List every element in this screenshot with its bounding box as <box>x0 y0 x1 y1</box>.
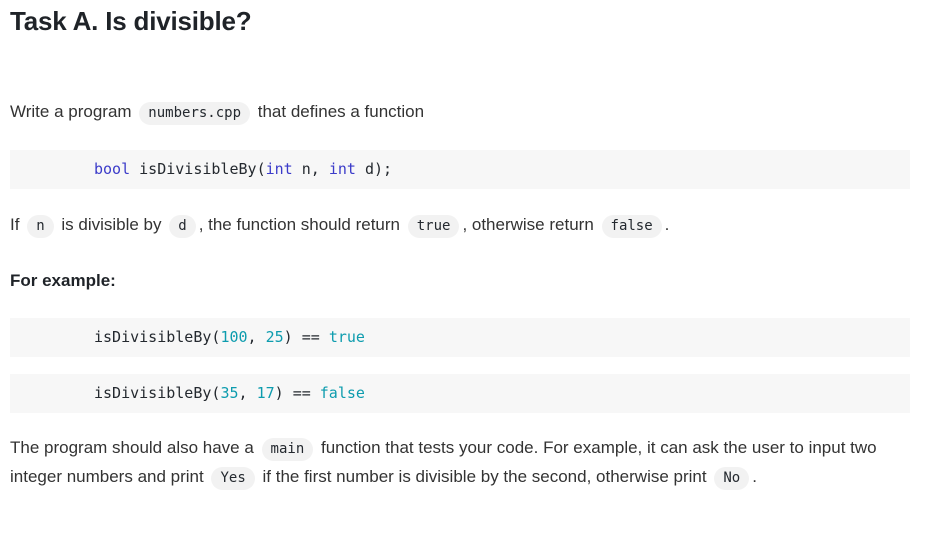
if-text-part3: , the function should return <box>198 215 400 234</box>
code-keyword-int-1: int <box>265 160 293 178</box>
code-param-d: d <box>364 160 374 178</box>
inline-code-true: true <box>407 215 460 238</box>
example1-arg1: 100 <box>220 328 248 346</box>
example1-function-name: isDivisibleBy <box>94 328 212 346</box>
example2-operator: == <box>292 384 311 402</box>
example2-close-paren: ) <box>274 384 284 402</box>
inline-code-main: main <box>261 438 314 461</box>
if-text-part1: If <box>10 215 20 234</box>
for-example-heading: For example: <box>10 271 116 290</box>
example1-arg2: 25 <box>265 328 284 346</box>
code-function-name: isDivisibleBy <box>139 160 257 178</box>
example2-function-name: isDivisibleBy <box>94 384 212 402</box>
final-text-part4: . <box>752 467 757 486</box>
code-open-paren: ( <box>256 160 266 178</box>
example2-result: false <box>319 384 365 402</box>
divisibility-paragraph: If n is divisible by d, the function sho… <box>10 211 910 240</box>
inline-code-false: false <box>601 215 662 238</box>
code-keyword-bool: bool <box>94 160 131 178</box>
final-text-part3: if the first number is divisible by the … <box>262 467 707 486</box>
if-text-part4: , otherwise return <box>462 215 594 234</box>
example1-comma: , <box>247 328 266 346</box>
example1-close-paren: ) <box>283 328 293 346</box>
code-param-n: n <box>301 160 311 178</box>
intro-paragraph: Write a program numbers.cpp that defines… <box>10 98 910 127</box>
inline-code-d: d <box>169 215 196 238</box>
inline-code-n: n <box>27 215 54 238</box>
code-block-signature: bool isDivisibleBy(int n, int d); <box>10 150 910 189</box>
code-block-example-1: isDivisibleBy(100, 25) == true <box>10 318 910 357</box>
page-title: Task A. Is divisible? <box>10 6 252 36</box>
example2-arg1: 35 <box>220 384 239 402</box>
code-block-example-2: isDivisibleBy(35, 17) == false <box>10 374 910 413</box>
intro-text-before: Write a program <box>10 102 132 121</box>
if-text-part5: . <box>664 215 670 234</box>
inline-code-filename: numbers.cpp <box>139 102 251 125</box>
task-page: Task A. Is divisible? Write a program nu… <box>0 0 942 551</box>
code-close-paren-semi: ); <box>373 160 393 178</box>
code-keyword-int-2: int <box>328 160 356 178</box>
intro-text-after: that defines a function <box>257 102 425 121</box>
example1-result: true <box>328 328 365 346</box>
final-paragraph: The program should also have a main func… <box>10 434 890 492</box>
example2-comma: , <box>238 384 257 402</box>
code-comma: , <box>310 160 320 178</box>
final-text-part1: The program should also have a <box>10 438 254 457</box>
inline-code-yes: Yes <box>211 467 255 490</box>
example2-arg2: 17 <box>256 384 275 402</box>
inline-code-no: No <box>714 467 750 490</box>
example1-operator: == <box>301 328 320 346</box>
if-text-part2: is divisible by <box>61 215 162 234</box>
